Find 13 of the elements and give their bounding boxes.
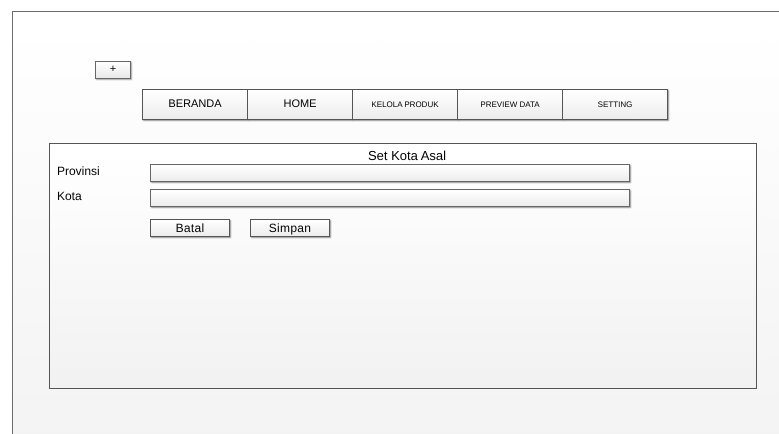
- nav-tab[interactable]: SETTING: [562, 89, 668, 120]
- input-field[interactable]: [150, 189, 630, 207]
- field-label: Provinsi: [56, 164, 101, 178]
- nav-tab[interactable]: HOME: [247, 89, 353, 120]
- input-field[interactable]: [150, 164, 630, 182]
- add-button[interactable]: +: [95, 60, 131, 78]
- panel-title: Set Kota Asal: [368, 148, 446, 164]
- nav-tab[interactable]: KELOLA PRODUK: [352, 89, 458, 120]
- form-button[interactable]: Simpan: [250, 219, 330, 237]
- nav-tab[interactable]: BERANDA: [142, 89, 248, 120]
- nav-tab[interactable]: PREVIEW DATA: [457, 89, 563, 120]
- form-button[interactable]: Batal: [150, 219, 230, 237]
- field-label: Kota: [56, 189, 83, 203]
